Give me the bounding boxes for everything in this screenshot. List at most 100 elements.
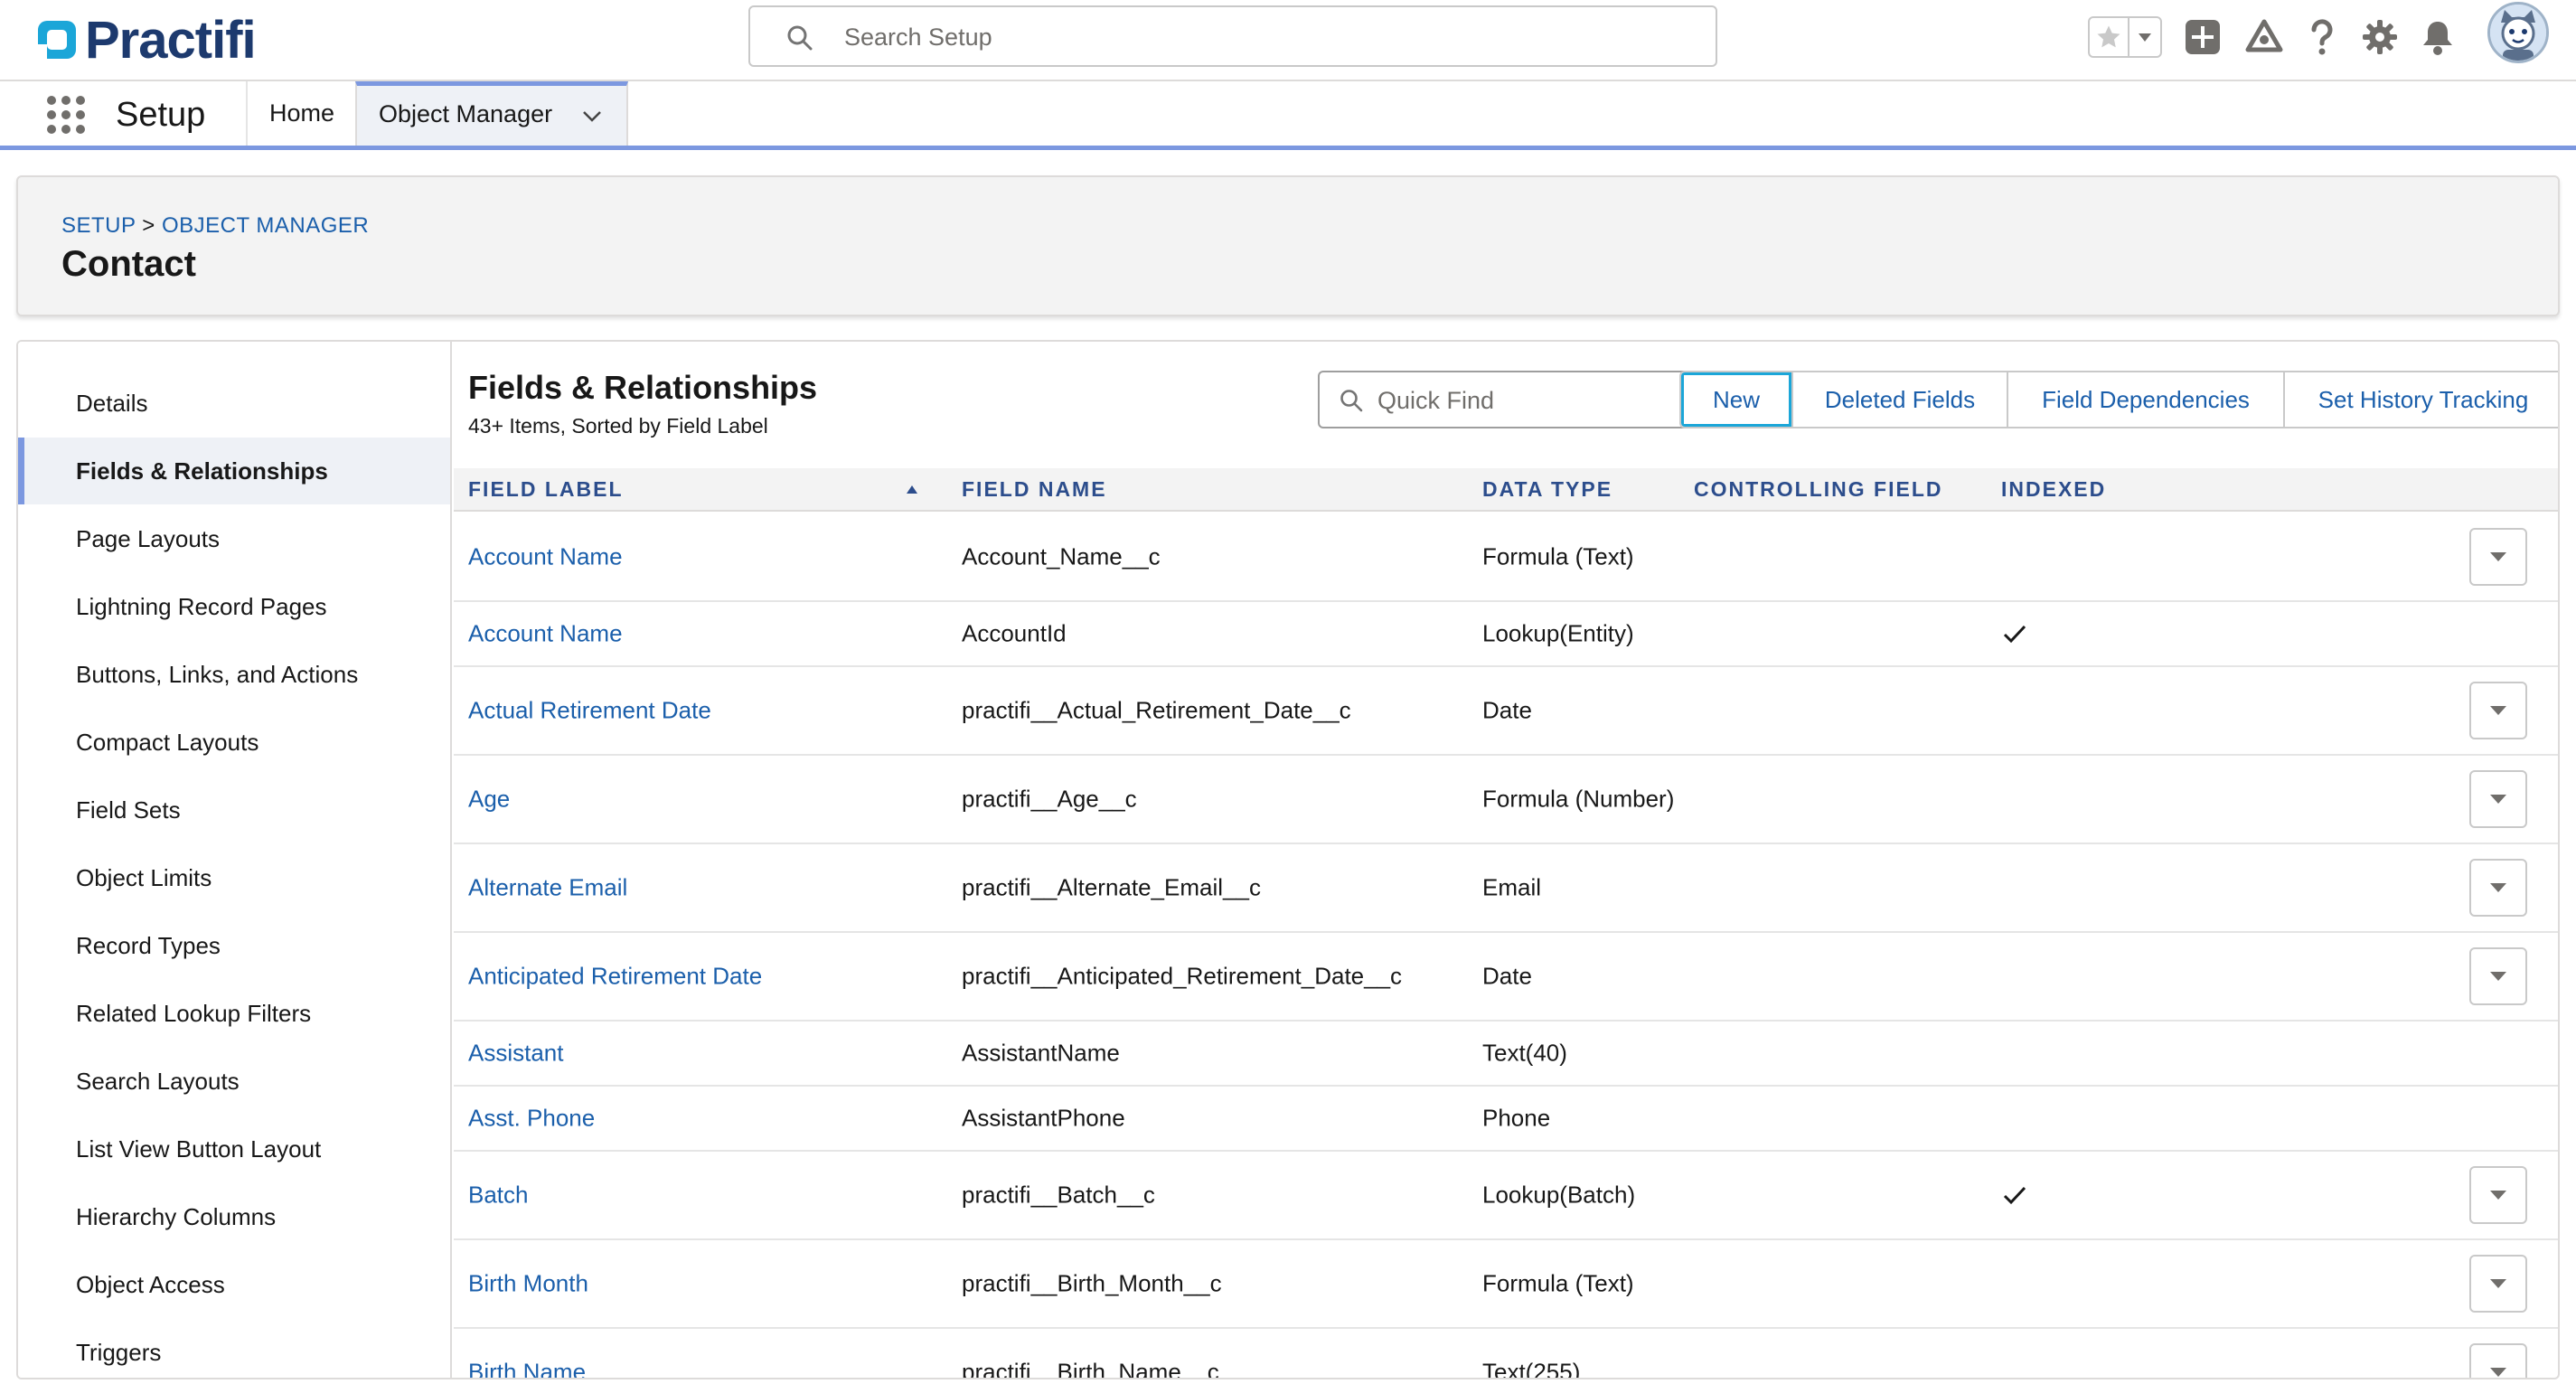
column-header-controlling-field[interactable]: CONTROLLING FIELD bbox=[1694, 468, 1942, 510]
sidebar-item-details[interactable]: Details bbox=[18, 370, 450, 437]
breadcrumb: SETUP > OBJECT MANAGER bbox=[61, 213, 369, 239]
sidebar-item-field-sets[interactable]: Field Sets bbox=[18, 777, 450, 843]
new-button[interactable]: New bbox=[1681, 372, 1791, 427]
breadcrumb-setup[interactable]: SETUP bbox=[61, 213, 136, 238]
row-actions-button[interactable] bbox=[2469, 947, 2527, 1005]
sidebar-item-lightning-record-pages[interactable]: Lightning Record Pages bbox=[18, 573, 450, 640]
field-dependencies-button[interactable]: Field Dependencies bbox=[2007, 372, 2283, 427]
section-title: Fields & Relationships bbox=[468, 369, 818, 406]
row-actions-button[interactable] bbox=[2469, 1343, 2527, 1378]
sidebar-item-buttons-links-actions[interactable]: Buttons, Links, and Actions bbox=[18, 641, 450, 708]
field-data-type: Text(255) bbox=[1482, 1358, 1581, 1379]
field-label-link[interactable]: Assistant bbox=[468, 1040, 564, 1068]
column-header-field-label[interactable]: FIELD LABEL bbox=[468, 468, 624, 510]
sidebar-item-list-view-button-layout[interactable]: List View Button Layout bbox=[18, 1116, 450, 1182]
field-label-link[interactable]: Birth Month bbox=[468, 1270, 588, 1298]
global-header: Practifi bbox=[0, 0, 2576, 81]
help-button[interactable] bbox=[2301, 16, 2343, 58]
fields-content: Fields & Relationships 43+ Items, Sorted… bbox=[454, 342, 2558, 1379]
notifications-button[interactable] bbox=[2417, 16, 2458, 58]
sidebar-item-hierarchy-columns[interactable]: Hierarchy Columns bbox=[18, 1183, 450, 1250]
chevron-down-icon[interactable] bbox=[581, 105, 603, 127]
table-row: Account Name AccountId Lookup(Entity) bbox=[454, 602, 2558, 667]
indexed-check-icon bbox=[2003, 625, 2026, 644]
field-api-name: practifi__Batch__c bbox=[962, 1181, 1155, 1209]
field-label-link[interactable]: Age bbox=[468, 786, 510, 814]
sidebar-item-object-access[interactable]: Object Access bbox=[18, 1251, 450, 1318]
row-actions-button[interactable] bbox=[2469, 1166, 2527, 1224]
field-label-link[interactable]: Alternate Email bbox=[468, 874, 627, 902]
main-panel: Details Fields & Relationships Page Layo… bbox=[16, 340, 2560, 1379]
app-navigation: Setup Home Object Manager bbox=[0, 81, 2576, 150]
gear-icon bbox=[2363, 20, 2397, 54]
field-label-link[interactable]: Asst. Phone bbox=[468, 1105, 595, 1133]
breadcrumb-separator: > bbox=[142, 213, 155, 238]
setup-search[interactable] bbox=[748, 5, 1717, 67]
field-data-type: Date bbox=[1482, 696, 1532, 724]
field-label-link[interactable]: Birth Name bbox=[468, 1359, 586, 1379]
column-header-field-name[interactable]: FIELD NAME bbox=[962, 468, 1107, 510]
table-row: Age practifi__Age__c Formula (Number) bbox=[454, 756, 2558, 844]
field-data-type: Date bbox=[1482, 962, 1532, 990]
add-icon bbox=[2186, 20, 2220, 54]
field-label-link[interactable]: Account Name bbox=[468, 620, 623, 648]
tab-object-manager[interactable]: Object Manager bbox=[355, 81, 628, 146]
sidebar-item-triggers[interactable]: Triggers bbox=[18, 1319, 450, 1378]
sidebar-item-related-lookup-filters[interactable]: Related Lookup Filters bbox=[18, 980, 450, 1047]
sidebar-item-object-limits[interactable]: Object Limits bbox=[18, 844, 450, 911]
sidebar-item-fields-relationships[interactable]: Fields & Relationships bbox=[18, 438, 450, 504]
object-header: SETUP > OBJECT MANAGER Contact bbox=[16, 175, 2560, 316]
row-actions-button[interactable] bbox=[2469, 859, 2527, 917]
column-header-data-type[interactable]: DATA TYPE bbox=[1482, 468, 1612, 510]
sidebar-item-page-layouts[interactable]: Page Layouts bbox=[18, 505, 450, 572]
row-actions-button[interactable] bbox=[2469, 1255, 2527, 1313]
set-history-tracking-button[interactable]: Set History Tracking bbox=[2283, 372, 2558, 427]
chevron-down-icon bbox=[2490, 795, 2506, 804]
app-name: Setup bbox=[116, 96, 206, 134]
chevron-down-icon bbox=[2490, 883, 2506, 892]
chevron-down-icon bbox=[2490, 552, 2506, 561]
indexed-check-icon bbox=[2003, 1186, 2026, 1205]
deleted-fields-button[interactable]: Deleted Fields bbox=[1791, 372, 2007, 427]
setup-gear-button[interactable] bbox=[2359, 16, 2401, 58]
global-actions-button[interactable] bbox=[2182, 16, 2223, 58]
field-data-type: Formula (Number) bbox=[1482, 785, 1675, 813]
row-actions-button[interactable] bbox=[2469, 528, 2527, 586]
sidebar-item-compact-layouts[interactable]: Compact Layouts bbox=[18, 709, 450, 776]
breadcrumb-object-manager[interactable]: OBJECT MANAGER bbox=[162, 213, 369, 238]
trailhead-button[interactable] bbox=[2243, 16, 2285, 58]
sidebar-item-search-layouts[interactable]: Search Layouts bbox=[18, 1048, 450, 1115]
sidebar-item-record-types[interactable]: Record Types bbox=[18, 912, 450, 979]
row-actions-button[interactable] bbox=[2469, 682, 2527, 739]
trailhead-icon bbox=[2245, 19, 2283, 52]
section-subtitle: 43+ Items, Sorted by Field Label bbox=[468, 414, 768, 438]
field-label-link[interactable]: Batch bbox=[468, 1182, 529, 1210]
tab-home[interactable]: Home bbox=[248, 81, 354, 146]
field-label-link[interactable]: Account Name bbox=[468, 543, 623, 571]
field-api-name: practifi__Birth_Month__c bbox=[962, 1269, 1222, 1297]
search-input[interactable] bbox=[844, 20, 1658, 54]
field-data-type: Phone bbox=[1482, 1104, 1551, 1132]
column-header-indexed[interactable]: INDEXED bbox=[2001, 468, 2106, 510]
table-row: Asst. Phone AssistantPhone Phone bbox=[454, 1087, 2558, 1152]
field-data-type: Lookup(Batch) bbox=[1482, 1181, 1636, 1209]
favorites-menu-button[interactable] bbox=[2129, 18, 2160, 56]
field-label-link[interactable]: Actual Retirement Date bbox=[468, 697, 711, 725]
section-button-group: New Deleted Fields Field Dependencies Se… bbox=[1679, 371, 2558, 428]
brand-logo[interactable]: Practifi bbox=[34, 7, 257, 72]
table-header: FIELD LABEL FIELD NAME DATA TYPE CONTROL… bbox=[454, 468, 2558, 512]
chevron-down-icon bbox=[2490, 1368, 2506, 1377]
table-row: Birth Month practifi__Birth_Month__c Formu… bbox=[454, 1240, 2558, 1329]
field-data-type: Text(40) bbox=[1482, 1039, 1567, 1067]
search-icon bbox=[1340, 390, 1363, 412]
sort-ascending-icon[interactable] bbox=[906, 483, 918, 495]
avatar[interactable] bbox=[2487, 2, 2549, 63]
row-actions-button[interactable] bbox=[2469, 770, 2527, 828]
field-label-link[interactable]: Anticipated Retirement Date bbox=[468, 963, 762, 991]
table-row: Birth Name practifi__Birth_Name__c Text(25… bbox=[454, 1329, 2558, 1379]
app-launcher-icon[interactable] bbox=[45, 94, 87, 136]
user-avatar-icon bbox=[2490, 5, 2546, 61]
field-api-name: AccountId bbox=[962, 619, 1067, 647]
field-data-type: Formula (Text) bbox=[1482, 1269, 1634, 1297]
favorites-button[interactable] bbox=[2090, 18, 2129, 56]
